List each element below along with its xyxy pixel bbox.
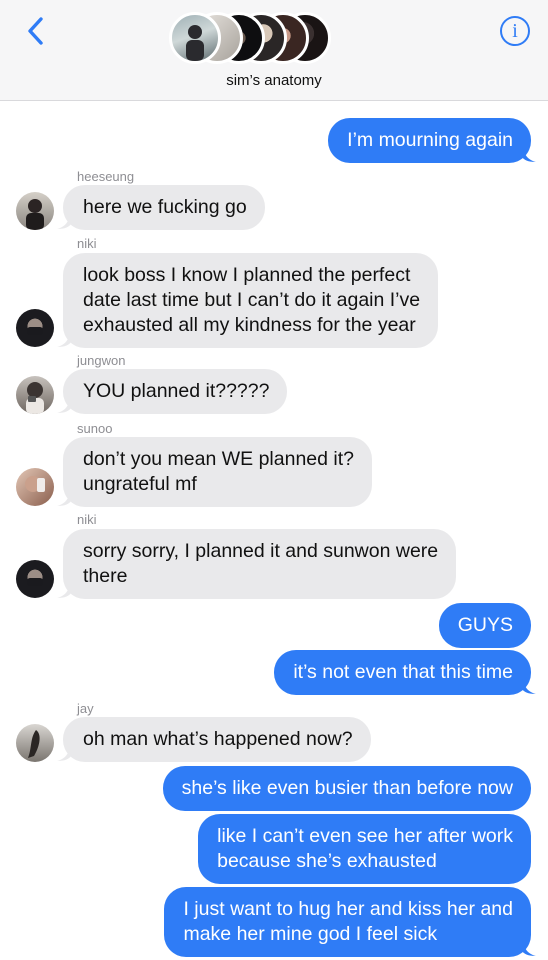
message-text-line: because she’s exhausted xyxy=(217,850,437,872)
group-avatar-stack[interactable] xyxy=(169,12,331,64)
bubble-tail xyxy=(522,145,536,162)
sender-name: jay xyxy=(77,701,94,716)
message-text: YOU planned it????? xyxy=(83,380,270,402)
message-text-line: don’t you mean WE planned it? xyxy=(83,448,355,470)
message-bubble-incoming[interactable]: sorry sorry, I planned it and sunwon wer… xyxy=(63,529,457,599)
avatar-heeseung[interactable] xyxy=(16,192,54,230)
avatar-jay[interactable] xyxy=(16,724,54,762)
message-text-line: ungrateful mf xyxy=(83,473,197,495)
message-text-line: sorry sorry, I planned it and sunwon wer… xyxy=(83,540,439,562)
sender-name: jungwon xyxy=(77,353,126,368)
message-text-line: make her mine god I feel sick xyxy=(183,923,438,945)
chat-header: sim’s anatomy i xyxy=(0,0,548,101)
avatar-sunoo[interactable] xyxy=(16,468,54,506)
sender-name: heeseung xyxy=(77,169,135,184)
message-text-line: date last time but I can’t do it again I… xyxy=(83,289,421,311)
bubble-tail xyxy=(57,212,71,229)
sender-name: sunoo xyxy=(77,421,113,436)
message-bubble-outgoing[interactable]: I just want to hug her and kiss her and … xyxy=(164,887,531,957)
message-text: it’s not even that this time xyxy=(293,661,513,683)
info-icon[interactable]: i xyxy=(500,16,530,46)
message-text-line: I just want to hug her and kiss her and xyxy=(183,898,513,920)
sender-name: niki xyxy=(77,236,97,251)
message-bubble-incoming[interactable]: don’t you mean WE planned it? ungrateful… xyxy=(63,437,373,507)
message-bubble-outgoing[interactable]: I’m mourning again xyxy=(328,118,531,163)
message-text-line: like I can’t even see her after work xyxy=(217,825,513,847)
group-name[interactable]: sim’s anatomy xyxy=(0,72,548,89)
group-member-avatar xyxy=(169,12,221,64)
bubble-tail xyxy=(57,744,71,761)
avatar-jungwon[interactable] xyxy=(16,376,54,414)
message-text: here we fucking go xyxy=(83,196,247,218)
message-text: oh man what’s happened now? xyxy=(83,728,353,750)
bubble-tail xyxy=(57,396,71,413)
avatar-niki[interactable] xyxy=(16,560,54,598)
message-bubble-outgoing[interactable]: it’s not even that this time xyxy=(274,650,531,695)
message-bubble-incoming[interactable]: here we fucking go xyxy=(63,185,265,230)
message-bubble-outgoing[interactable]: she’s like even busier than before now xyxy=(162,766,531,811)
message-bubble-outgoing[interactable]: GUYS xyxy=(438,603,531,648)
message-text-line: exhausted all my kindness for the year xyxy=(83,314,416,336)
chevron-left-icon[interactable] xyxy=(22,14,52,48)
bubble-tail xyxy=(57,330,71,347)
bubble-tail xyxy=(57,581,71,598)
message-bubble-incoming[interactable]: look boss I know I planned the perfect d… xyxy=(63,253,439,348)
message-bubble-incoming[interactable]: oh man what’s happened now? xyxy=(63,717,371,762)
bubble-tail xyxy=(522,677,536,694)
message-text-line: there xyxy=(83,565,128,587)
message-text: I’m mourning again xyxy=(347,129,513,151)
message-bubble-outgoing[interactable]: like I can’t even see her after work bec… xyxy=(198,814,531,884)
message-text: GUYS xyxy=(457,614,513,636)
message-bubble-incoming[interactable]: YOU planned it????? xyxy=(63,369,288,414)
sender-name: niki xyxy=(77,512,97,527)
avatar-niki[interactable] xyxy=(16,309,54,347)
bubble-tail xyxy=(57,489,71,506)
message-text-line: look boss I know I planned the perfect xyxy=(83,264,411,286)
bubble-tail xyxy=(522,939,536,956)
message-text: she’s like even busier than before now xyxy=(181,777,513,799)
